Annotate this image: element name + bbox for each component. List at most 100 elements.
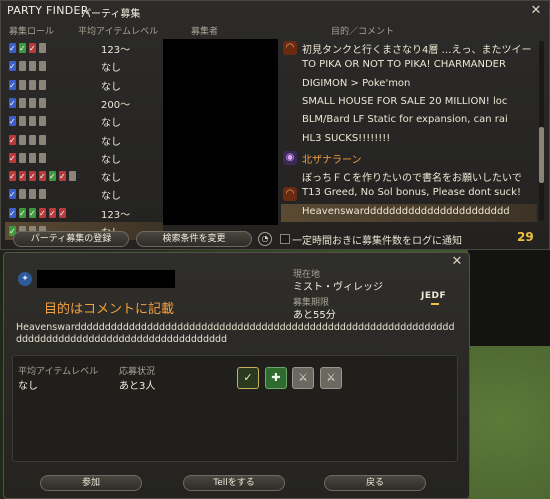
- check-icon: ✓: [19, 44, 26, 53]
- check-icon: ✓: [9, 98, 16, 108]
- listing-row-roles[interactable]: ✓ なし: [5, 149, 163, 167]
- role-heal-icon: ✓: [29, 207, 36, 218]
- back-button[interactable]: 戻る: [324, 475, 426, 491]
- check-icon: ✓: [9, 117, 16, 127]
- row-comment-text: T13 Greed, No Sol bonus, Please dont suc…: [302, 187, 521, 199]
- listing-row-comment[interactable]: Heavenswarddddddddddddddddddddddd: [281, 203, 537, 222]
- role-dps-icon: ✓: [29, 171, 36, 182]
- check-icon: ✓: [49, 208, 56, 218]
- log-notify-icon[interactable]: ◔: [258, 232, 272, 246]
- duty-category-icon: ✦: [18, 272, 32, 286]
- check-icon: ✓: [49, 172, 56, 182]
- role-dps-icon: ✓: [9, 171, 16, 182]
- role-tank-icon: ✓: [9, 79, 16, 90]
- row-avg-ilvl: 123〜: [101, 209, 131, 221]
- hunt-icon: ◉: [283, 150, 297, 165]
- listing-row-roles[interactable]: ✓ ✓ ✓ 123〜: [5, 39, 163, 57]
- leader-name-redacted: [37, 270, 175, 288]
- check-icon: ✓: [39, 172, 46, 182]
- row-avg-ilvl: なし: [101, 136, 121, 148]
- duty-dungeon-icon: ◠: [283, 187, 297, 202]
- listing-row-comment[interactable]: SMALL HOUSE FOR SALE 20 MILLION! loc: [281, 94, 537, 112]
- party-finder-window: PARTY FINDER パーティ募集 ✕ 募集ロール 平均アイテムレベル 募集…: [0, 0, 550, 250]
- listing-row-roles[interactable]: ✓ なし: [5, 131, 163, 149]
- log-notify-checkbox[interactable]: [280, 234, 290, 244]
- header-avg-ilvl[interactable]: 平均アイテムレベル: [78, 24, 158, 37]
- row-avg-ilvl: なし: [101, 154, 121, 166]
- row-comment-text: DIGIMON > Poke'mon: [302, 77, 411, 89]
- row-comment-text: BLM/Bard LF Static for expansion, can ra…: [302, 114, 508, 126]
- role-tank-icon: ✓: [9, 97, 16, 108]
- row-comment-text: 初見タンクと行くまさなり4層 …えっ、またツイー: [302, 45, 532, 56]
- list-scrollbar-thumb[interactable]: [539, 127, 544, 183]
- role-dps-icon: ✓: [19, 171, 26, 182]
- listing-row-roles[interactable]: ✓ なし: [5, 185, 163, 203]
- check-icon: ✓: [59, 172, 66, 182]
- party-slot-healer-icon: ✚: [265, 367, 287, 389]
- role-open-icon: [39, 134, 46, 145]
- role-tank-icon: ✓: [9, 116, 16, 127]
- join-button[interactable]: 参加: [40, 475, 142, 491]
- check-icon: ✓: [9, 80, 16, 90]
- close-icon[interactable]: ✕: [449, 254, 465, 270]
- log-notify-label: 一定時間おきに募集件数をログに通知: [292, 236, 462, 247]
- listing-row-roles[interactable]: ✓ ✓ ✓ ✓ ✓ ✓ 123〜: [5, 204, 163, 222]
- row-avg-ilvl: なし: [101, 173, 121, 185]
- role-dps-icon: ✓: [9, 134, 16, 145]
- listing-row-roles[interactable]: ✓ ✓ ✓ ✓ ✓ ✓ なし: [5, 167, 163, 185]
- role-tank-icon: ✓: [9, 207, 16, 218]
- role-open-icon: [39, 79, 46, 90]
- header-purpose[interactable]: 目的／コメント: [331, 24, 394, 37]
- header-recruiter[interactable]: 募集者: [191, 24, 218, 37]
- check-icon: ✓: [9, 172, 16, 182]
- party-slot-dps-icon: ⚔: [292, 367, 314, 389]
- register-party-button[interactable]: パーティ募集の登録: [13, 231, 129, 247]
- listing-row-roles[interactable]: ✓ 200〜: [5, 94, 163, 112]
- role-dps-icon: ✓: [39, 171, 46, 182]
- listing-row-comment[interactable]: BLM/Bard LF Static for expansion, can ra…: [281, 112, 537, 130]
- role-open-icon: [19, 189, 26, 200]
- role-heal-icon: ✓: [49, 171, 56, 182]
- listing-row-roles[interactable]: ✓ なし: [5, 76, 163, 94]
- change-search-button[interactable]: 検索条件を変更: [136, 231, 252, 247]
- listing-row-comment[interactable]: HL3 SUCKS!!!!!!!!: [281, 131, 537, 149]
- role-dps-icon: ✓: [59, 171, 66, 182]
- role-open-icon: [39, 152, 46, 163]
- listing-row-comment[interactable]: ◉ 北ザナラーン: [281, 149, 537, 167]
- listing-row-roles[interactable]: ✓ なし: [5, 57, 163, 75]
- listing-row-comment[interactable]: DIGIMON > Poke'mon: [281, 76, 537, 94]
- listing-row-comment[interactable]: TO PIKA OR NOT TO PIKA! CHARMANDER: [281, 57, 537, 75]
- recruit-status-label: 応募状況: [119, 367, 156, 377]
- window-subtitle: パーティ募集: [81, 9, 141, 20]
- close-icon[interactable]: ✕: [528, 3, 544, 19]
- row-avg-ilvl: なし: [101, 191, 121, 203]
- row-avg-ilvl: 123〜: [101, 45, 131, 56]
- role-tank-icon: ✓: [9, 189, 16, 200]
- role-open-icon: [29, 152, 36, 163]
- row-comment-text: SMALL HOUSE FOR SALE 20 MILLION! loc: [302, 95, 508, 107]
- avg-ilvl-value: なし: [18, 381, 38, 392]
- header-role[interactable]: 募集ロール: [9, 24, 54, 37]
- title-bar[interactable]: PARTY FINDER パーティ募集 ✕: [1, 1, 550, 21]
- window-title: PARTY FINDER: [7, 4, 89, 17]
- check-icon: ✓: [39, 208, 46, 218]
- row-comment-text: ぼっちＦＣを作りたいので書名をお願いしたいで: [302, 173, 522, 185]
- duty-dungeon-icon: ◠: [283, 41, 297, 55]
- role-dps-icon: ✓: [39, 207, 46, 218]
- listing-row-roles[interactable]: ✓ なし: [5, 112, 163, 130]
- purpose-text: 目的はコメントに記載: [44, 302, 175, 317]
- listing-row-comment[interactable]: ◠ 初見タンクと行くまさなり4層 …えっ、またツイー: [281, 39, 537, 57]
- role-open-icon: [19, 79, 26, 90]
- row-avg-ilvl: なし: [101, 81, 121, 93]
- check-icon: ✓: [9, 62, 16, 72]
- tell-button[interactable]: Tellをする: [183, 475, 285, 491]
- role-open-icon: [19, 152, 26, 163]
- role-open-icon: [29, 116, 36, 127]
- time-limit-value: あと55分: [293, 310, 336, 321]
- language-underline: [431, 303, 439, 305]
- listing-row-comment[interactable]: ぼっちＦＣを作りたいので書名をお願いしたいで: [281, 167, 537, 185]
- role-dps-icon: ✓: [49, 207, 56, 218]
- listing-count: 29: [517, 230, 534, 244]
- listing-role-column: ✓ ✓ ✓ 123〜 ✓ なし ✓ なし ✓ 200〜 ✓ なし ✓ なし ✓ なし ✓ ✓ ✓ ✓ ✓ ✓ なし ✓ なし ✓ ✓…: [5, 39, 163, 240]
- listing-row-comment[interactable]: ◠ T13 Greed, No Sol bonus, Please dont su…: [281, 185, 537, 203]
